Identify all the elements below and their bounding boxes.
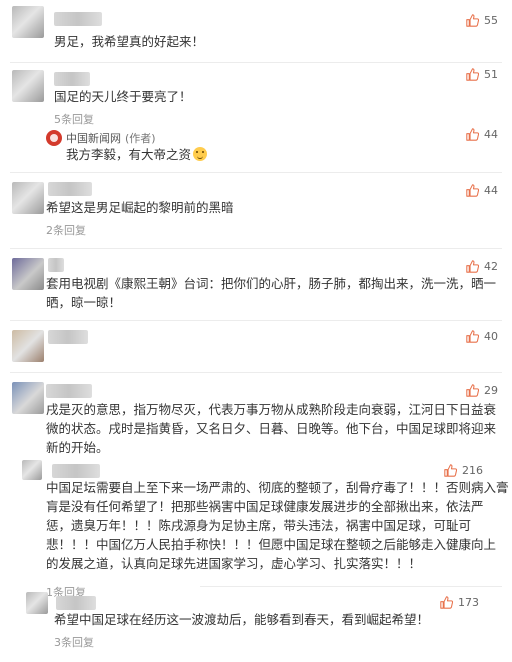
like-button[interactable]: 29 — [466, 384, 498, 397]
comment-text-line-1: 戌是灭的意思，指万物尽灭，代表万事万物从成熟阶段走向衰弱，江河日下日益衰 — [46, 402, 497, 417]
avatar[interactable] — [12, 182, 44, 214]
reply-text-line-3: 惩，遗臭万年！！！陈戌源身为足协主席，带头违法，祸害中国足球，可耻可 — [46, 518, 472, 533]
like-count: 51 — [484, 68, 498, 81]
reply-text-line-1: 中国足坛需要自上至下来一场严肃的、彻底的整顿了，刮骨疗毒了！！！否则病入膏 — [46, 480, 509, 495]
avatar[interactable] — [12, 330, 44, 362]
comment-5: 40 — [0, 320, 512, 372]
reply-count-link[interactable]: 3条回复 — [54, 634, 94, 650]
like-button[interactable]: 51 — [466, 68, 498, 81]
reply-text-line-2: 肓是没有任何希望了！把那些祸害中国足球健康发展进步的全部揪出来，依法严 — [46, 499, 484, 514]
like-button[interactable]: 40 — [466, 330, 498, 343]
like-count: 173 — [458, 596, 479, 609]
like-button[interactable]: 44 — [466, 184, 498, 197]
reply-avatar[interactable] — [22, 460, 42, 480]
like-button[interactable]: 173 — [440, 596, 479, 609]
avatar[interactable] — [12, 258, 44, 290]
comment-4: 套用电视剧《康熙王朝》台词：把你们的心肝，肠子肺，都掏出来，洗一洗，晒一 晒，晾… — [0, 248, 512, 320]
thumbs-up-icon — [466, 260, 479, 273]
comment-text: 希望这是男足崛起的黎明前的黑暗 — [46, 200, 234, 215]
reply-count-link[interactable]: 5条回复 — [54, 111, 94, 127]
comment-1: 男足，我希望真的好起来！ 55 — [0, 0, 512, 62]
comment-text: 国足的天儿终于要亮了！ — [54, 89, 192, 104]
thumbs-up-icon — [466, 14, 479, 27]
avatar[interactable] — [12, 382, 44, 414]
username[interactable] — [54, 12, 102, 26]
comment-text: 男足，我希望真的好起来！ — [54, 34, 205, 49]
username[interactable] — [48, 258, 64, 272]
comment-text-line-2: 晒，晾一晾！ — [46, 295, 122, 310]
like-count: 44 — [484, 184, 498, 197]
comment-text: 希望中国足球在经历这一波渡劫后，能够看到春天，看到崛起希望！ — [54, 612, 430, 627]
thumbs-up-icon — [466, 128, 479, 141]
avatar[interactable] — [12, 70, 44, 102]
username[interactable] — [54, 72, 90, 86]
thumbs-up-icon — [466, 68, 479, 81]
like-count: 216 — [462, 464, 483, 477]
thumbs-up-icon — [440, 596, 453, 609]
username[interactable] — [48, 330, 88, 344]
comment-6: 戌是灭的意思，指万物尽灭，代表万事万物从成熟阶段走向衰弱，江河日下日益衰 微的状… — [0, 372, 512, 580]
avatar[interactable] — [26, 592, 48, 614]
comment-text-line-3: 新的开始。 — [46, 440, 109, 455]
grinning-emoji-icon — [193, 147, 208, 161]
like-count: 55 — [484, 14, 498, 27]
reply-count-link[interactable]: 2条回复 — [46, 222, 86, 238]
thumbs-up-icon — [444, 464, 457, 477]
reply-username[interactable]: 中国新闻网 (作者) — [66, 130, 156, 146]
like-button[interactable]: 44 — [466, 128, 498, 141]
like-button[interactable]: 216 — [444, 464, 483, 477]
like-button[interactable]: 42 — [466, 260, 498, 273]
like-count: 29 — [484, 384, 498, 397]
like-count: 40 — [484, 330, 498, 343]
comment-7: 希望中国足球在经历这一波渡劫后，能够看到春天，看到崛起希望！ 3条回复 173 — [0, 588, 512, 662]
like-count: 42 — [484, 260, 498, 273]
username[interactable] — [48, 182, 92, 196]
comment-2: 国足的天儿终于要亮了！ 5条回复 51 中国新闻网 (作者) 我方李毅，有大帝之资… — [0, 62, 512, 172]
reply-text-line-4: 悲！！！中国亿万人民拍手称快！！！但愿中国足球在整顿之后能够走入健康向上 — [46, 537, 497, 552]
username[interactable] — [56, 596, 96, 610]
publisher-logo-icon — [46, 130, 62, 146]
thumbs-up-icon — [466, 384, 479, 397]
comment-3: 希望这是男足崛起的黎明前的黑暗 2条回复 44 — [0, 172, 512, 248]
author-tag: (作者) — [125, 132, 156, 145]
username[interactable] — [46, 384, 92, 398]
reply-text: 我方李毅，有大帝之资 — [66, 145, 208, 164]
comment-text-line-1: 套用电视剧《康熙王朝》台词：把你们的心肝，肠子肺，都掏出来，洗一洗，晒一 — [46, 276, 497, 291]
comment-text-line-2: 微的状态。戌时是指黄昏，又名日夕、日暮、日晚等。他下台，中国足球即将迎来 — [46, 421, 497, 436]
like-button[interactable]: 55 — [466, 14, 498, 27]
divider — [200, 586, 502, 587]
like-count: 44 — [484, 128, 498, 141]
reply-username[interactable] — [52, 464, 100, 478]
reply-text-line-5: 的发展之道，认真向足球先进国家学习，虚心学习、扎实落实！！！ — [46, 556, 422, 571]
avatar[interactable] — [12, 6, 44, 38]
thumbs-up-icon — [466, 184, 479, 197]
thumbs-up-icon — [466, 330, 479, 343]
